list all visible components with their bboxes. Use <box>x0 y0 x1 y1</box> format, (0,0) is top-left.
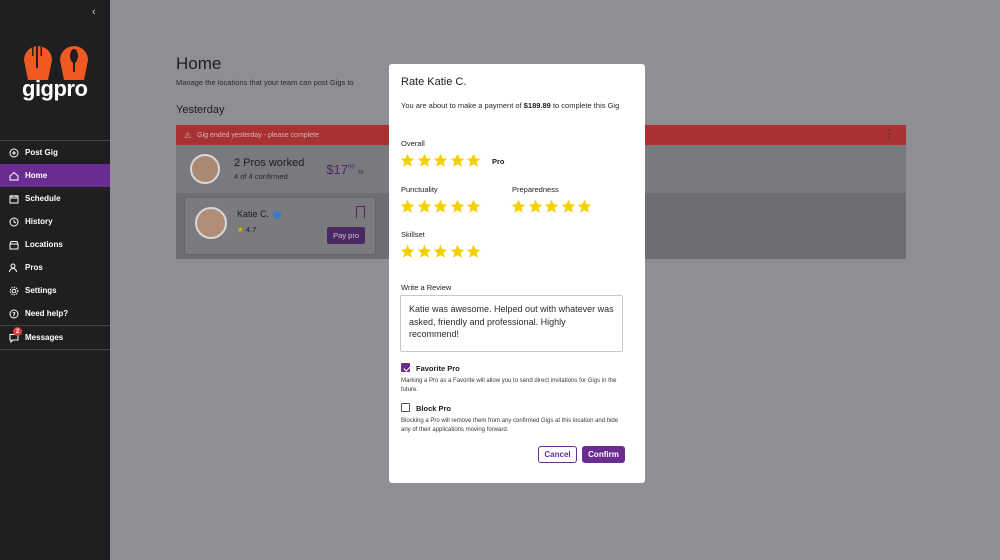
pay-pro-button[interactable]: Pay pro <box>327 227 365 244</box>
sidebar-nav: Post Gig Home Schedule History Locations… <box>0 140 110 350</box>
sidebar-item-locations[interactable]: Locations <box>0 233 110 256</box>
star-icon[interactable] <box>417 244 432 259</box>
sidebar-item-help[interactable]: ? Need help? <box>0 302 110 325</box>
star-icon[interactable] <box>400 153 415 168</box>
star-icon[interactable] <box>450 153 465 168</box>
bookmark-icon[interactable] <box>356 206 365 218</box>
history-icon <box>9 217 19 227</box>
sidebar-item-settings[interactable]: Settings <box>0 279 110 302</box>
home-icon <box>9 171 19 181</box>
plus-circle-icon <box>9 148 19 158</box>
preparedness-label: Preparedness <box>512 185 559 194</box>
favorite-checkbox[interactable] <box>401 363 410 372</box>
star-icon[interactable] <box>433 244 448 259</box>
overall-stars[interactable] <box>400 153 483 168</box>
sidebar-item-home[interactable]: Home <box>0 164 110 187</box>
skillset-label: Skillset <box>401 230 425 239</box>
sidebar: ‹ gigpro Post Gig Home Schedule History <box>0 0 110 560</box>
star-icon[interactable] <box>466 244 481 259</box>
payment-amount: $189.89 <box>523 101 551 110</box>
alert-text: Gig ended yesterday - please complete <box>197 131 319 139</box>
users-icon <box>9 263 19 273</box>
sidebar-item-history[interactable]: History <box>0 210 110 233</box>
preparedness-stars[interactable] <box>511 199 594 214</box>
chevron-left-icon[interactable]: ‹ <box>92 6 96 18</box>
brand-name: gigpro <box>22 76 88 101</box>
skillset-stars[interactable] <box>400 244 483 259</box>
star-icon[interactable] <box>450 244 465 259</box>
review-label: Write a Review <box>401 283 452 292</box>
pro-card[interactable]: Katie C. ★ 4.7 Pay pro <box>184 197 376 255</box>
sidebar-item-label: Locations <box>25 240 63 249</box>
confirmed-count: 4 of 4 confirmed <box>234 172 288 181</box>
sidebar-item-pros[interactable]: Pros <box>0 256 110 279</box>
sidebar-item-label: Schedule <box>25 194 61 203</box>
punctuality-stars[interactable] <box>400 199 483 214</box>
star-icon[interactable] <box>561 199 576 214</box>
star-icon[interactable] <box>417 153 432 168</box>
review-textarea[interactable] <box>400 295 623 352</box>
sidebar-item-schedule[interactable]: Schedule <box>0 187 110 210</box>
svg-text:?: ? <box>12 311 16 318</box>
star-icon[interactable] <box>577 199 592 214</box>
avatar <box>195 207 227 239</box>
payment-description: You are about to make a payment of $189.… <box>401 101 620 110</box>
star-icon[interactable] <box>450 199 465 214</box>
page-subtitle: Manage the locations that your team can … <box>176 78 354 87</box>
cancel-button[interactable]: Cancel <box>538 446 577 463</box>
page-title: Home <box>176 54 222 73</box>
favorite-note: Marking a Pro as a Favorite will allow y… <box>401 378 617 393</box>
star-icon[interactable] <box>466 153 481 168</box>
star-icon[interactable] <box>544 199 559 214</box>
punctuality-label: Punctuality <box>401 185 438 194</box>
sidebar-item-label: Post Gig <box>25 148 58 157</box>
star-icon[interactable] <box>433 199 448 214</box>
dialog-title: Rate Katie C. <box>401 76 467 88</box>
help-icon: ? <box>9 309 19 319</box>
store-icon <box>9 240 19 250</box>
star-icon[interactable] <box>511 199 526 214</box>
confirm-button[interactable]: Confirm <box>582 446 625 463</box>
avatar <box>190 154 220 184</box>
star-icon[interactable] <box>466 199 481 214</box>
block-checkbox[interactable] <box>401 403 410 412</box>
gear-icon <box>9 286 19 296</box>
overall-label: Overall <box>401 139 425 148</box>
sidebar-item-label: Messages <box>25 333 64 342</box>
star-icon[interactable] <box>417 199 432 214</box>
sidebar-item-label: History <box>25 217 53 226</box>
unread-badge: 2 <box>13 327 22 336</box>
star-icon[interactable] <box>400 244 415 259</box>
pro-rating: ★ 4.7 <box>237 225 257 234</box>
pros-worked: 2 Pros worked <box>234 157 305 169</box>
sidebar-item-label: Pros <box>25 263 43 272</box>
sidebar-item-label: Settings <box>25 286 57 295</box>
overall-tag: Pro <box>492 157 505 166</box>
star-icon[interactable] <box>528 199 543 214</box>
favorite-label: Favorite Pro <box>416 364 460 373</box>
verified-icon <box>273 210 282 219</box>
sidebar-item-label: Need help? <box>25 309 69 318</box>
pro-name: Katie C. <box>237 209 282 219</box>
block-label: Block Pro <box>416 404 452 413</box>
more-menu-icon[interactable]: ⋮ <box>884 129 894 140</box>
star-icon: ★ <box>237 225 244 234</box>
rate-pro-dialog: Rate Katie C. You are about to make a pa… <box>389 64 645 483</box>
star-icon[interactable] <box>400 199 415 214</box>
calendar-icon <box>9 194 19 204</box>
sidebar-item-messages[interactable]: 2 Messages <box>0 326 110 349</box>
warning-icon: ⚠ <box>184 130 192 140</box>
block-note: Blocking a Pro will remove them from any… <box>401 418 619 433</box>
section-title: Yesterday <box>176 104 225 116</box>
star-icon[interactable] <box>433 153 448 168</box>
sidebar-item-label: Home <box>25 171 48 180</box>
hourly-rate: $1700 hr <box>326 161 364 177</box>
sidebar-item-post-gig[interactable]: Post Gig <box>0 141 110 164</box>
